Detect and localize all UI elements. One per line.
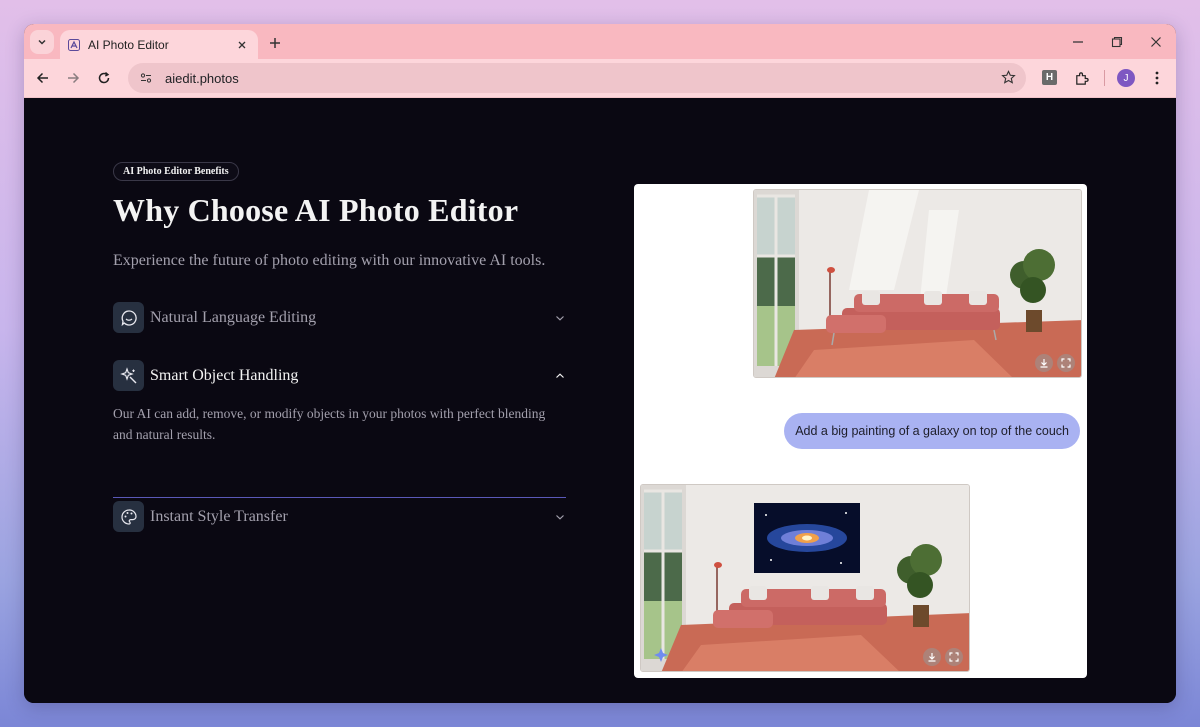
accordion-label: Natural Language Editing	[150, 309, 317, 326]
extensions-button[interactable]	[1070, 67, 1092, 89]
page-title: Why Choose AI Photo Editor	[113, 192, 519, 228]
section-badge: AI Photo Editor Benefits	[113, 162, 239, 181]
page-subtitle: Experience the future of photo editing w…	[113, 252, 546, 269]
accordion-natural-language[interactable]: Natural Language Editing	[113, 302, 566, 334]
plus-icon	[270, 38, 280, 48]
download-icon[interactable]	[1035, 354, 1053, 372]
forward-button[interactable]	[62, 67, 84, 89]
room-image	[754, 190, 1081, 377]
extension-h-button[interactable]: H	[1042, 70, 1057, 85]
accordion-style-transfer[interactable]: Instant Style Transfer	[113, 501, 566, 533]
tab-search-button[interactable]	[30, 30, 54, 54]
download-icon[interactable]	[923, 648, 941, 666]
arrow-left-icon	[36, 72, 48, 84]
accordion-label: Instant Style Transfer	[150, 508, 288, 525]
palette-icon	[113, 501, 144, 532]
magic-wand-icon	[113, 360, 144, 391]
chevron-down-icon	[554, 511, 566, 523]
restore-icon	[1111, 36, 1123, 48]
bookmark-star-icon[interactable]	[1001, 70, 1016, 90]
url-text: aiedit.photos	[165, 70, 239, 86]
chevron-down-icon	[554, 312, 566, 324]
original-photo	[753, 189, 1082, 378]
menu-button[interactable]	[1146, 67, 1168, 89]
minimize-button[interactable]	[1067, 32, 1089, 52]
fullscreen-icon[interactable]	[1057, 354, 1075, 372]
tab-strip: AI Photo Editor	[24, 24, 1176, 59]
browser-window: AI Photo Editor aiedit.photos H J AI Pho…	[24, 24, 1176, 703]
chevron-down-icon	[38, 39, 46, 45]
more-vert-icon	[1155, 71, 1159, 85]
minimize-icon	[1073, 41, 1083, 43]
reload-button[interactable]	[93, 67, 115, 89]
page-content: AI Photo Editor Benefits Why Choose AI P…	[24, 98, 1176, 703]
accordion-label: Smart Object Handling	[150, 367, 299, 384]
puzzle-icon	[1075, 71, 1089, 85]
site-info-icon[interactable]	[136, 68, 156, 88]
prompt-bubble: Add a big painting of a galaxy on top of…	[784, 413, 1080, 449]
restore-button[interactable]	[1106, 32, 1128, 52]
back-button[interactable]	[32, 67, 54, 89]
arrow-right-icon	[68, 72, 80, 84]
image-actions	[1035, 354, 1075, 372]
chat-bubble-icon	[113, 302, 144, 333]
tab-title: AI Photo Editor	[88, 37, 169, 52]
reload-icon	[98, 71, 110, 84]
editor-preview-card: Add a big painting of a galaxy on top of…	[634, 184, 1087, 678]
toolbar-divider	[1104, 70, 1105, 86]
profile-avatar[interactable]: J	[1117, 69, 1135, 87]
close-window-button[interactable]	[1145, 32, 1167, 52]
room-galaxy-image	[641, 485, 969, 671]
accordion-divider	[113, 497, 566, 498]
address-bar[interactable]: aiedit.photos	[128, 63, 1026, 93]
accordion-body: Our AI can add, remove, or modify object…	[113, 406, 546, 442]
chevron-up-icon	[554, 370, 566, 382]
image-actions	[923, 648, 963, 666]
close-icon	[1151, 37, 1161, 47]
fullscreen-icon[interactable]	[945, 648, 963, 666]
browser-toolbar: aiedit.photos H J	[24, 59, 1176, 98]
accordion-smart-object[interactable]: Smart Object Handling	[113, 360, 566, 392]
close-tab-icon[interactable]	[234, 37, 250, 53]
edited-photo	[640, 484, 970, 672]
favicon-icon	[68, 38, 80, 51]
new-tab-button[interactable]	[264, 32, 286, 54]
tab-active[interactable]: AI Photo Editor	[60, 30, 258, 59]
